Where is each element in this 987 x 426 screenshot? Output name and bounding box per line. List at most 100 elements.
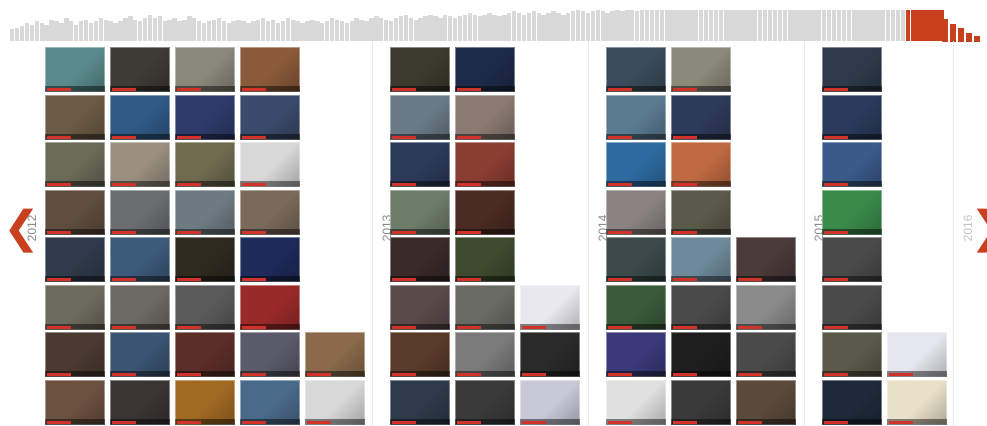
timeline-bar[interactable] — [300, 22, 305, 41]
timeline-bar[interactable] — [201, 22, 207, 41]
timeline-bar[interactable] — [172, 17, 177, 41]
video-thumbnail[interactable] — [45, 379, 105, 425]
video-thumbnail[interactable] — [671, 189, 731, 235]
timeline-bar[interactable] — [260, 17, 266, 41]
timeline-bar[interactable] — [403, 14, 409, 41]
timeline-bar[interactable] — [98, 17, 103, 41]
timeline-bar[interactable] — [856, 9, 861, 41]
video-thumbnail[interactable] — [175, 284, 235, 330]
timeline-bar[interactable] — [561, 14, 566, 41]
video-thumbnail[interactable] — [110, 189, 170, 235]
video-thumbnail[interactable] — [887, 379, 947, 425]
video-thumbnail[interactable] — [110, 379, 170, 425]
timeline-bar[interactable] — [487, 12, 492, 41]
video-thumbnail[interactable] — [671, 47, 731, 92]
timeline-bar[interactable] — [556, 12, 561, 41]
timeline-bar[interactable] — [187, 16, 192, 41]
video-thumbnail[interactable] — [671, 379, 731, 425]
timeline-bar[interactable] — [265, 21, 271, 41]
video-thumbnail[interactable] — [822, 237, 882, 282]
timeline-bar[interactable] — [344, 22, 350, 41]
timeline-bar[interactable] — [644, 9, 650, 41]
timeline-bar[interactable] — [585, 12, 591, 41]
timeline-bar[interactable] — [590, 11, 596, 41]
timeline-bar[interactable] — [605, 12, 610, 41]
timeline-bar[interactable] — [231, 21, 236, 41]
timeline-bar[interactable] — [733, 9, 738, 41]
video-thumbnail[interactable] — [240, 284, 300, 330]
timeline-bar[interactable] — [206, 21, 212, 41]
video-thumbnail[interactable] — [822, 94, 882, 140]
timeline-bar[interactable] — [900, 9, 906, 41]
video-thumbnail[interactable] — [175, 94, 235, 140]
timeline-bar[interactable] — [625, 9, 630, 41]
timeline-bar[interactable] — [123, 17, 128, 41]
video-thumbnail[interactable] — [606, 94, 666, 140]
timeline-bar[interactable] — [728, 9, 733, 41]
video-thumbnail[interactable] — [175, 189, 235, 235]
prev-arrow-icon[interactable]: ❮ — [3, 206, 40, 250]
timeline-bar[interactable] — [718, 9, 724, 41]
timeline-bar[interactable] — [221, 21, 226, 41]
timeline-bar[interactable] — [575, 9, 581, 41]
timeline-bar[interactable] — [384, 19, 389, 41]
video-thumbnail[interactable] — [606, 47, 666, 92]
timeline-bar[interactable] — [615, 9, 620, 41]
video-thumbnail[interactable] — [45, 47, 105, 92]
video-thumbnail[interactable] — [455, 237, 515, 282]
video-thumbnail[interactable] — [305, 379, 365, 425]
timeline-bar[interactable] — [354, 17, 359, 41]
video-thumbnail[interactable] — [110, 237, 170, 282]
video-thumbnail[interactable] — [240, 332, 300, 377]
video-thumbnail[interactable] — [671, 142, 731, 187]
video-thumbnail[interactable] — [606, 379, 666, 425]
video-thumbnail[interactable] — [455, 189, 515, 235]
timeline-bar[interactable] — [694, 9, 699, 41]
timeline-bar[interactable] — [664, 9, 669, 41]
timeline-bar[interactable] — [836, 9, 842, 41]
timeline-bar[interactable] — [516, 12, 522, 41]
timeline-bar[interactable] — [49, 19, 54, 41]
timeline-bar[interactable] — [767, 9, 773, 41]
timeline-bar[interactable] — [452, 17, 458, 41]
timeline-bar[interactable] — [895, 9, 901, 41]
timeline-bar[interactable] — [846, 9, 851, 41]
timeline-bar[interactable] — [182, 19, 187, 41]
video-thumbnail[interactable] — [45, 142, 105, 187]
year-timeline[interactable] — [10, 8, 945, 41]
video-thumbnail[interactable] — [671, 237, 731, 282]
timeline-bar[interactable] — [477, 16, 482, 41]
video-thumbnail[interactable] — [390, 332, 450, 377]
video-thumbnail[interactable] — [455, 284, 515, 330]
timeline-bar[interactable] — [93, 21, 99, 41]
timeline-bar[interactable] — [305, 21, 310, 41]
timeline-bar[interactable] — [133, 19, 138, 41]
timeline-bar[interactable] — [492, 14, 497, 41]
timeline-bar[interactable] — [792, 9, 797, 41]
timeline-bar[interactable] — [630, 9, 635, 41]
timeline-bar[interactable] — [69, 21, 74, 41]
timeline-bar[interactable] — [935, 9, 940, 41]
timeline-bar[interactable] — [216, 17, 222, 41]
video-thumbnail[interactable] — [240, 94, 300, 140]
timeline-bar[interactable] — [24, 22, 30, 41]
timeline-bar[interactable] — [324, 21, 330, 41]
timeline-bar[interactable] — [758, 9, 763, 41]
video-thumbnail[interactable] — [390, 94, 450, 140]
timeline-bar[interactable] — [777, 9, 783, 41]
timeline-bar[interactable] — [654, 9, 660, 41]
video-thumbnail[interactable] — [110, 332, 170, 377]
timeline-bar[interactable] — [526, 12, 532, 41]
timeline-bar[interactable] — [241, 21, 246, 41]
timeline-bar[interactable] — [738, 9, 743, 41]
video-thumbnail[interactable] — [606, 189, 666, 235]
timeline-bar[interactable] — [890, 9, 896, 41]
timeline-bar[interactable] — [610, 11, 615, 41]
video-thumbnail[interactable] — [390, 47, 450, 92]
timeline-bar[interactable] — [669, 9, 674, 41]
video-thumbnail[interactable] — [736, 332, 796, 377]
video-thumbnail[interactable] — [110, 47, 170, 92]
video-thumbnail[interactable] — [45, 94, 105, 140]
timeline-bar[interactable] — [443, 14, 448, 41]
video-thumbnail[interactable] — [175, 379, 235, 425]
